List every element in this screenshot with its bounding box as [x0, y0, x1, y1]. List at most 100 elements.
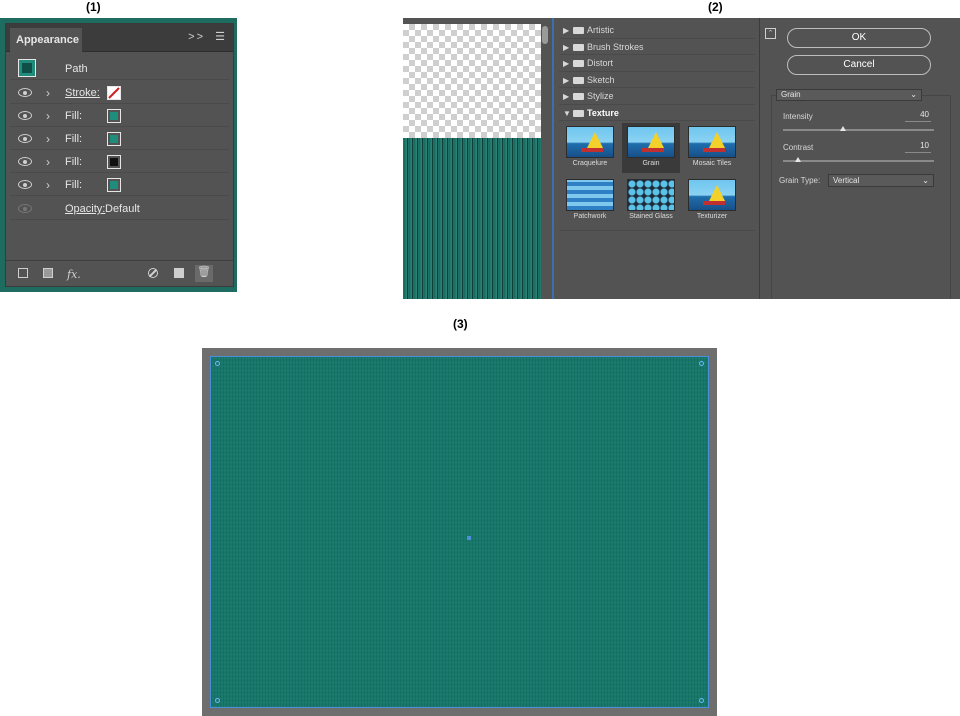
chevron-down-icon: ⌄ [910, 90, 917, 99]
triangle-right-icon: ▶ [563, 92, 570, 101]
contrast-slider[interactable] [783, 157, 934, 162]
folder-brush-strokes[interactable]: ▶ Brush Strokes [559, 39, 755, 55]
transparent-area [403, 24, 541, 138]
filter-preview[interactable] [403, 18, 554, 299]
chevron-right-icon[interactable]: › [46, 178, 50, 192]
folder-icon [573, 109, 584, 117]
appearance-row-fill-4[interactable]: › Fill: [10, 174, 229, 196]
add-stroke-icon[interactable] [18, 268, 28, 281]
opacity-label[interactable]: Opacity: [65, 203, 105, 215]
thumb-grain[interactable]: Grain [622, 123, 680, 173]
eye-icon[interactable] [18, 204, 32, 213]
grain-type-label: Grain Type: [779, 176, 821, 185]
label-panel-1: (1) [86, 0, 101, 14]
intensity-slider[interactable] [783, 126, 934, 131]
thumb-patchwork[interactable]: Patchwork [561, 176, 619, 226]
triangle-right-icon: ▶ [563, 26, 570, 35]
hamburger-icon[interactable]: ☰ [215, 31, 227, 43]
clear-appearance-icon[interactable] [148, 268, 158, 281]
folder-artistic[interactable]: ▶ Artistic [559, 22, 755, 39]
appearance-panel: Appearance >> ☰ Path › Stroke: › Fill: ›… [5, 23, 234, 287]
triangle-right-icon: ▶ [563, 42, 570, 52]
intensity-input[interactable]: 40 [905, 110, 931, 122]
appearance-row-fill-3[interactable]: › Fill: [10, 151, 229, 173]
artboard-rectangle[interactable] [210, 356, 709, 708]
texture-thumbnails: Craquelure Grain Mosaic Tiles Patchwork … [559, 121, 755, 231]
fill-label[interactable]: Fill: [65, 110, 82, 122]
ok-button[interactable]: OK [787, 28, 931, 48]
fill-label[interactable]: Fill: [65, 179, 82, 191]
folder-distort[interactable]: ▶ Distort [559, 55, 755, 72]
appearance-row-fill-2[interactable]: › Fill: [10, 128, 229, 150]
eye-icon[interactable] [18, 88, 32, 97]
grain-type-select[interactable]: Vertical ⌄ [828, 174, 934, 187]
fill-swatch[interactable] [107, 178, 121, 192]
chevron-right-icon[interactable]: › [46, 86, 50, 100]
chevron-right-icon[interactable]: › [46, 109, 50, 123]
duplicate-item-icon[interactable] [174, 268, 184, 281]
eye-icon[interactable] [18, 180, 32, 189]
trash-icon[interactable]: 🗑 [195, 265, 213, 282]
intensity-label: Intensity [783, 112, 813, 121]
fill-swatch[interactable] [107, 155, 121, 169]
stroke-label[interactable]: Stroke: [65, 87, 100, 99]
triangle-right-icon: ▶ [563, 75, 570, 85]
fill-swatch[interactable] [107, 132, 121, 146]
chevron-right-icon[interactable]: › [46, 132, 50, 146]
collapse-icon[interactable]: >> [188, 31, 205, 43]
thumbnail-image [627, 126, 675, 158]
contrast-slider-handle[interactable] [795, 157, 801, 162]
anchor-point[interactable] [215, 698, 220, 703]
fill-label[interactable]: Fill: [65, 156, 82, 168]
eye-icon[interactable] [18, 157, 32, 166]
appearance-row-stroke[interactable]: › Stroke: [10, 82, 229, 104]
filter-options-group [771, 95, 951, 299]
panel-menu-button[interactable]: >> ☰ [188, 30, 227, 43]
contrast-input[interactable]: 10 [905, 141, 931, 153]
folder-sketch[interactable]: ▶ Sketch [559, 72, 755, 88]
thumbnail-image [627, 179, 675, 211]
thumb-mosaic-tiles[interactable]: Mosaic Tiles [683, 123, 741, 173]
fill-label[interactable]: Fill: [65, 133, 82, 145]
center-point [467, 536, 471, 540]
appearance-row-opacity[interactable]: Opacity: Default [10, 198, 229, 220]
collapse-gallery-icon[interactable]: ⌃ [765, 28, 776, 39]
folder-icon [573, 93, 584, 100]
object-row[interactable]: Path [10, 56, 229, 80]
folder-icon [573, 60, 584, 67]
contrast-label: Contrast [783, 143, 814, 152]
thumbnail-image [688, 126, 736, 158]
folder-icon [573, 76, 584, 84]
stroke-swatch[interactable] [107, 86, 121, 100]
anchor-point[interactable] [699, 361, 704, 366]
cancel-button[interactable]: Cancel [787, 55, 931, 75]
label-panel-2: (2) [708, 0, 723, 14]
appearance-row-fill-1[interactable]: › Fill: [10, 105, 229, 127]
add-fill-icon[interactable] [43, 268, 53, 281]
thumb-texturizer[interactable]: Texturizer [683, 176, 741, 226]
thumb-craquelure[interactable]: Craquelure [561, 123, 619, 173]
label-panel-3: (3) [453, 317, 468, 331]
filter-gallery-screenshot: ▶ Artistic ▶ Brush Strokes ▶ Distort ▶ Sketc… [403, 18, 960, 299]
folder-texture[interactable]: ▼ Texture [559, 105, 755, 121]
tab-appearance[interactable]: Appearance [10, 28, 82, 52]
filter-settings: ⌃ OK Cancel Grain ⌄ Intensity 40 Contrast… [759, 18, 960, 299]
anchor-point[interactable] [699, 698, 704, 703]
filter-select[interactable]: Grain ⌄ [776, 89, 922, 101]
triangle-right-icon: ▶ [563, 59, 570, 68]
eye-icon[interactable] [18, 111, 32, 120]
anchor-point[interactable] [215, 361, 220, 366]
chevron-right-icon[interactable]: › [46, 155, 50, 169]
folder-icon [573, 43, 584, 51]
eye-icon[interactable] [18, 134, 32, 143]
thumb-stained-glass[interactable]: Stained Glass [622, 176, 680, 226]
grain-preview-area [403, 138, 541, 299]
appearance-panel-screenshot: Appearance >> ☰ Path › Stroke: › Fill: ›… [0, 18, 237, 292]
opacity-value[interactable]: Default [105, 203, 140, 215]
preview-scrollbar[interactable] [542, 26, 548, 44]
fx-icon[interactable]: fx. [67, 268, 81, 281]
intensity-slider-handle[interactable] [840, 126, 846, 131]
folder-stylize[interactable]: ▶ Stylize [559, 88, 755, 105]
fill-swatch[interactable] [107, 109, 121, 123]
canvas-screenshot [202, 348, 717, 716]
